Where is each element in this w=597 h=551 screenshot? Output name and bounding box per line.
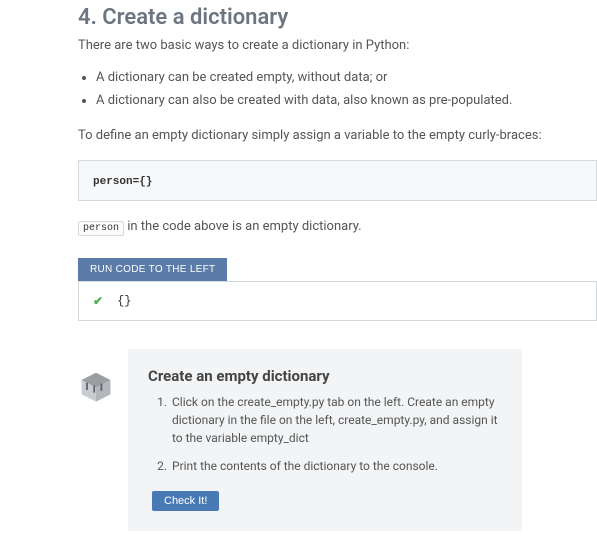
section-heading: 4. Create a dictionary: [78, 5, 597, 30]
task-steps: Click on the create_empty.py tab on the …: [170, 393, 502, 475]
code-block: person={}: [78, 160, 597, 201]
bullet-item: A dictionary can also be created with da…: [96, 89, 597, 112]
task-step: Print the contents of the dictionary to …: [170, 457, 502, 475]
task-step: Click on the create_empty.py tab on the …: [170, 393, 502, 447]
inline-code: person: [78, 221, 124, 236]
code-content: person={}: [93, 176, 152, 188]
intro-text: There are two basic ways to create a dic…: [78, 36, 597, 56]
run-code-button[interactable]: RUN CODE TO THE LEFT: [78, 258, 227, 281]
check-icon: ✔: [93, 294, 103, 308]
task-card: Create an empty dictionary Click on the …: [128, 349, 522, 531]
task-cube-icon: [78, 371, 114, 407]
output-box: ✔ {}: [78, 281, 597, 321]
define-text: To define an empty dictionary simply ass…: [78, 126, 597, 146]
inline-suffix: in the code above is an empty dictionary…: [124, 219, 362, 234]
check-it-button[interactable]: Check It!: [152, 491, 219, 511]
inline-explanation: person in the code above is an empty dic…: [78, 217, 597, 237]
bullet-item: A dictionary can be created empty, witho…: [96, 66, 597, 89]
bullet-list: A dictionary can be created empty, witho…: [96, 66, 597, 113]
task-title: Create an empty dictionary: [148, 367, 502, 385]
output-text: {}: [117, 294, 131, 308]
